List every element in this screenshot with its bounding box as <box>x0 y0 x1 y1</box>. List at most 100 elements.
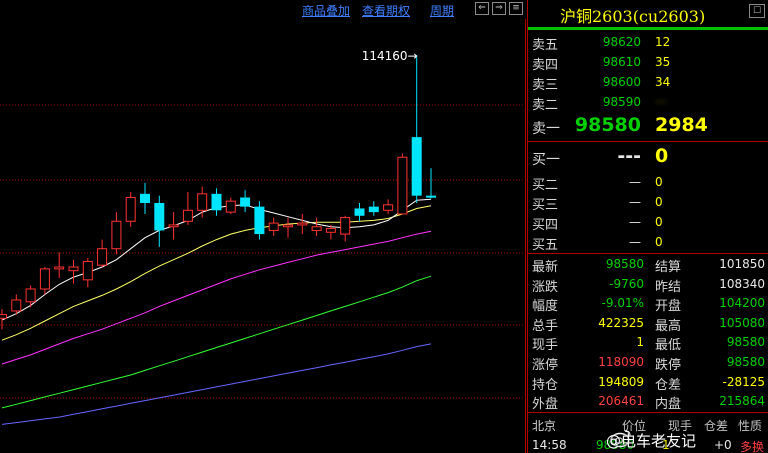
bid-volume: 0 <box>655 175 663 189</box>
stat-value: 206461 <box>598 394 644 409</box>
ask-row-4[interactable]: 卖四 98610 35 <box>528 52 768 73</box>
ask-label: 卖三 <box>532 78 559 93</box>
candle-body <box>411 137 422 196</box>
candle-body <box>111 220 122 250</box>
stats-row: 现手 1 最低 98580 <box>528 333 768 354</box>
stat-value: -9.01% <box>601 296 644 311</box>
candle-body <box>325 228 336 233</box>
stats-row: 持仓 194809 仓差 -28125 <box>528 373 768 393</box>
bid-price: — <box>629 215 641 229</box>
bid-row-2[interactable]: 买二 — 0 <box>528 172 768 193</box>
stat-value: 105080 <box>719 315 765 330</box>
candle-body <box>54 266 65 270</box>
stats-row: 涨跌 -9760 昨结 108340 <box>528 275 768 295</box>
ma-longest-line <box>1 343 432 425</box>
ask-row-5[interactable]: 卖五 98620 12 <box>528 32 768 53</box>
ask-row-2[interactable]: 卖二 98590 ··· <box>528 92 768 113</box>
stat-label: 总手 <box>532 318 559 334</box>
tick-col-type: 性质 <box>738 419 763 433</box>
stat-label: 现手 <box>532 338 559 354</box>
ma-slow-line <box>1 230 432 365</box>
stat-value: 422325 <box>598 315 644 330</box>
bid-price: --- <box>617 145 641 167</box>
ask-volume: 34 <box>655 75 671 89</box>
bid-label: 买五 <box>532 238 559 253</box>
stat-label: 仓差 <box>655 377 682 393</box>
bid-label: 买三 <box>532 198 559 213</box>
bid-row-3[interactable]: 买三 — 0 <box>528 192 768 213</box>
contract-header: 沪铜2603(cu2603) ☐ <box>528 0 768 26</box>
ask-price: 98600 <box>602 75 641 89</box>
stat-value: 118090 <box>598 355 644 369</box>
candle-body <box>340 217 351 235</box>
chart-toolbar: 商品叠加 查看期权 周期 ⇐ ⇒ ≡ <box>0 0 526 19</box>
bid-row-4[interactable]: 买四 — 0 <box>528 212 768 233</box>
ask-label: 卖四 <box>532 58 559 73</box>
stat-value: 194809 <box>598 374 644 389</box>
candle-body <box>426 195 436 198</box>
candle-body <box>397 156 408 215</box>
overlay-commodity-link[interactable]: 商品叠加 <box>302 2 350 19</box>
stats-divider <box>528 253 768 254</box>
stat-value: 98580 <box>726 335 765 350</box>
ask-row-3[interactable]: 卖三 98600 34 <box>528 72 768 93</box>
tick-oichange: +0 <box>714 438 732 452</box>
tick-list[interactable]: 北京 价位 现手 仓差 性质 14:58 98580 1 +0 多换 @电车老友… <box>528 414 768 453</box>
candle-body <box>297 222 308 226</box>
stats-row: 外盘 206461 内盘 215864 <box>528 392 768 413</box>
scroll-right-button[interactable]: ⇒ <box>492 2 506 15</box>
candle-body <box>97 248 108 266</box>
tick-col-oichange: 仓差 <box>704 419 729 433</box>
candle-body <box>211 193 222 211</box>
view-options-link[interactable]: 查看期权 <box>362 2 410 19</box>
ask-row-1[interactable]: 卖一 98580 2984 <box>528 114 768 140</box>
stats-row: 最新 98580 结算 101850 <box>528 255 768 275</box>
candle-body <box>25 288 36 303</box>
stat-label: 结算 <box>655 260 682 275</box>
candle-body <box>254 206 265 235</box>
ask-volume: 35 <box>655 55 671 69</box>
kline-chart-canvas[interactable]: 114160→ <box>0 0 526 453</box>
ask-price: 98580 <box>574 114 641 136</box>
stat-value: 98580 <box>605 257 644 271</box>
bid-price: — <box>629 235 641 249</box>
ma-long-line <box>1 275 432 409</box>
chart-menu-button[interactable]: ≡ <box>509 2 523 15</box>
ask-label: 卖一 <box>532 121 560 137</box>
stat-value: 104200 <box>719 296 765 311</box>
contract-title: 沪铜2603(cu2603) <box>560 7 706 26</box>
bid-volume: 0 <box>655 235 663 249</box>
candle-body <box>311 226 322 231</box>
stats-row: 涨停 118090 跌停 98580 <box>528 353 768 373</box>
bid-volume: 0 <box>655 195 663 209</box>
watermark: @电车老友记 <box>606 432 697 450</box>
stat-label: 幅度 <box>532 299 559 315</box>
stat-label: 外盘 <box>532 397 559 413</box>
window-toggle-button[interactable]: ☐ <box>749 4 765 18</box>
stat-label: 跌停 <box>655 358 682 373</box>
stat-label: 昨结 <box>655 279 682 295</box>
stats-row: 总手 422325 最高 105080 <box>528 314 768 334</box>
stat-value: 108340 <box>719 276 765 291</box>
stat-label: 持仓 <box>532 377 559 393</box>
kline-chart[interactable]: 114160→ 商品叠加 查看期权 周期 ⇐ ⇒ ≡ <box>0 0 526 453</box>
stat-label: 开盘 <box>655 299 682 315</box>
candle-body <box>140 193 150 203</box>
candle-body <box>268 222 279 231</box>
bid-row-1[interactable]: 买一 --- 0 <box>528 145 768 171</box>
scroll-left-button[interactable]: ⇐ <box>475 2 489 15</box>
peak-price-label: 114160→ <box>362 49 418 63</box>
bid-row-5[interactable]: 买五 — 0 <box>528 232 768 253</box>
candle-body <box>82 261 93 281</box>
bid-price: — <box>629 195 641 209</box>
stat-label: 最高 <box>655 318 682 334</box>
stat-label: 内盘 <box>655 397 682 413</box>
tick-region-label: 北京 <box>532 419 557 433</box>
bid-volume: 0 <box>655 145 669 167</box>
candle-body <box>383 204 394 211</box>
period-link[interactable]: 周期 <box>430 2 454 19</box>
candle-body <box>368 206 379 213</box>
stat-value: -9760 <box>609 276 644 291</box>
candle-body <box>11 299 22 312</box>
ask-price: 98610 <box>602 55 641 69</box>
